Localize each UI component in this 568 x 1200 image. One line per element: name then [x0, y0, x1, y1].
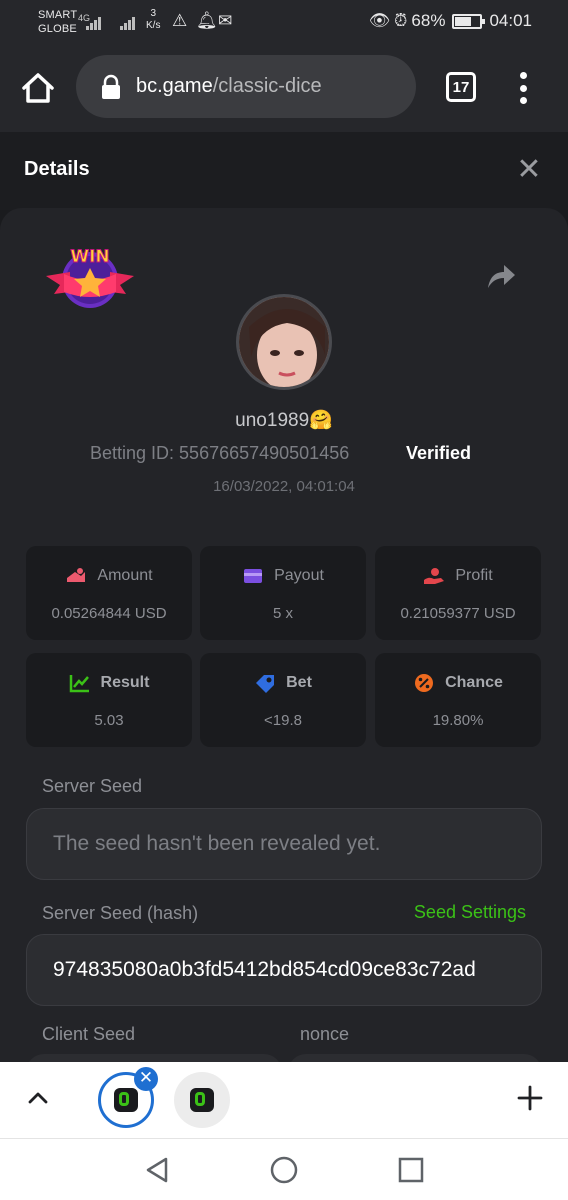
network-speed: 3 K/s: [146, 8, 161, 31]
home-circle-icon[interactable]: [269, 1155, 299, 1185]
tab-switcher-button[interactable]: 17: [446, 72, 476, 102]
amount-icon: [67, 568, 86, 582]
close-icon[interactable]: ✕: [516, 155, 542, 185]
more-menu-icon[interactable]: [510, 72, 536, 104]
stat-value: 5 x: [272, 605, 293, 622]
url-path: /classic-dice: [212, 75, 322, 97]
nonce-label: nonce: [300, 1024, 350, 1044]
home-icon[interactable]: [18, 68, 58, 108]
bet-timestamp: 16/03/2022, 04:01:04: [213, 478, 355, 495]
payout-icon: [244, 569, 263, 583]
bet-icon: [256, 675, 275, 693]
stat-label: Profit: [455, 567, 493, 584]
stat-profit: Profit 0.21059377 USD: [375, 546, 541, 640]
close-tab-icon[interactable]: ✕: [134, 1067, 158, 1091]
alarm-icon: ⏰︎: [394, 11, 408, 30]
eye-icon: 👁︎: [368, 11, 391, 30]
signal-icon: [86, 14, 104, 30]
stat-label: Payout: [274, 567, 324, 584]
android-nav-bar: [0, 1138, 568, 1200]
status-bar: SMART GLOBE 4G 3 K/s ⚠ 🔔︎ ✉ 👁︎ ⏰︎ 68% 04…: [0, 0, 568, 44]
stat-value: 19.80%: [432, 712, 484, 729]
verified-link[interactable]: Verified: [406, 443, 471, 464]
stat-label: Chance: [445, 674, 503, 691]
profit-icon: [424, 568, 445, 584]
bell-icon: 🔔︎: [196, 11, 218, 30]
carrier-label: SMART GLOBE: [38, 9, 78, 35]
lock-icon: [100, 74, 122, 100]
signal-icon-2: [120, 14, 138, 30]
stat-label: Result: [100, 674, 150, 691]
win-badge-text: WIN: [70, 247, 109, 267]
battery-icon: [452, 13, 486, 29]
betting-id: Betting ID: 55676657490501456: [90, 443, 350, 463]
warning-icon: ⚠: [172, 11, 188, 30]
stat-value: <19.8: [264, 712, 302, 729]
new-tab-icon[interactable]: [516, 1084, 544, 1112]
server-seed-label: Server Seed: [42, 776, 143, 796]
server-seed-hash-label: Server Seed (hash): [42, 903, 199, 923]
stat-value: 5.03: [94, 712, 124, 729]
bcgame-logo-icon: [114, 1088, 138, 1112]
server-seed-field: The seed hasn't been revealed yet.: [26, 808, 542, 880]
bottom-tab-strip: [0, 1062, 568, 1138]
clock: 04:01: [489, 11, 532, 30]
back-icon[interactable]: [142, 1155, 172, 1185]
stat-result: Result 5.03: [26, 653, 192, 747]
tab-thumbnail[interactable]: [174, 1072, 230, 1128]
chance-icon: [415, 674, 434, 692]
stat-label: Bet: [286, 674, 312, 691]
browser-toolbar: bc.game/classic-dice 17: [0, 44, 568, 132]
details-header: Details ✕: [0, 132, 568, 210]
bcgame-logo-icon: [190, 1088, 214, 1112]
stat-value: 0.05264844 USD: [51, 605, 167, 622]
result-icon: [69, 675, 89, 693]
battery-percent: 68%: [411, 11, 446, 30]
stat-payout: Payout 5 x: [200, 546, 366, 640]
share-icon[interactable]: [484, 260, 518, 292]
stat-bet: Bet <19.8: [200, 653, 366, 747]
stat-amount: Amount 0.05264844 USD: [26, 546, 192, 640]
seed-settings-link[interactable]: Seed Settings: [414, 902, 526, 923]
address-bar[interactable]: bc.game/classic-dice: [76, 55, 416, 118]
url-host: bc.game: [136, 75, 213, 97]
client-seed-label: Client Seed: [42, 1024, 136, 1044]
mail-icon: ✉: [218, 11, 233, 30]
server-seed-hash-field[interactable]: 974835080a0b3fd5412bd854cd09ce83c72ad: [26, 934, 542, 1006]
stat-label: Amount: [97, 567, 153, 584]
user-avatar: [236, 294, 332, 390]
username: uno1989🤗: [235, 410, 333, 431]
status-right: 👁︎ ⏰︎ 68% 04:01: [369, 10, 532, 32]
stat-value: 0.21059377 USD: [400, 605, 516, 622]
chevron-up-icon[interactable]: [26, 1086, 50, 1110]
stat-chance: Chance 19.80%: [375, 653, 541, 747]
recents-icon[interactable]: [396, 1155, 426, 1185]
win-badge-icon: WIN: [42, 242, 138, 314]
details-title: Details: [24, 158, 90, 180]
